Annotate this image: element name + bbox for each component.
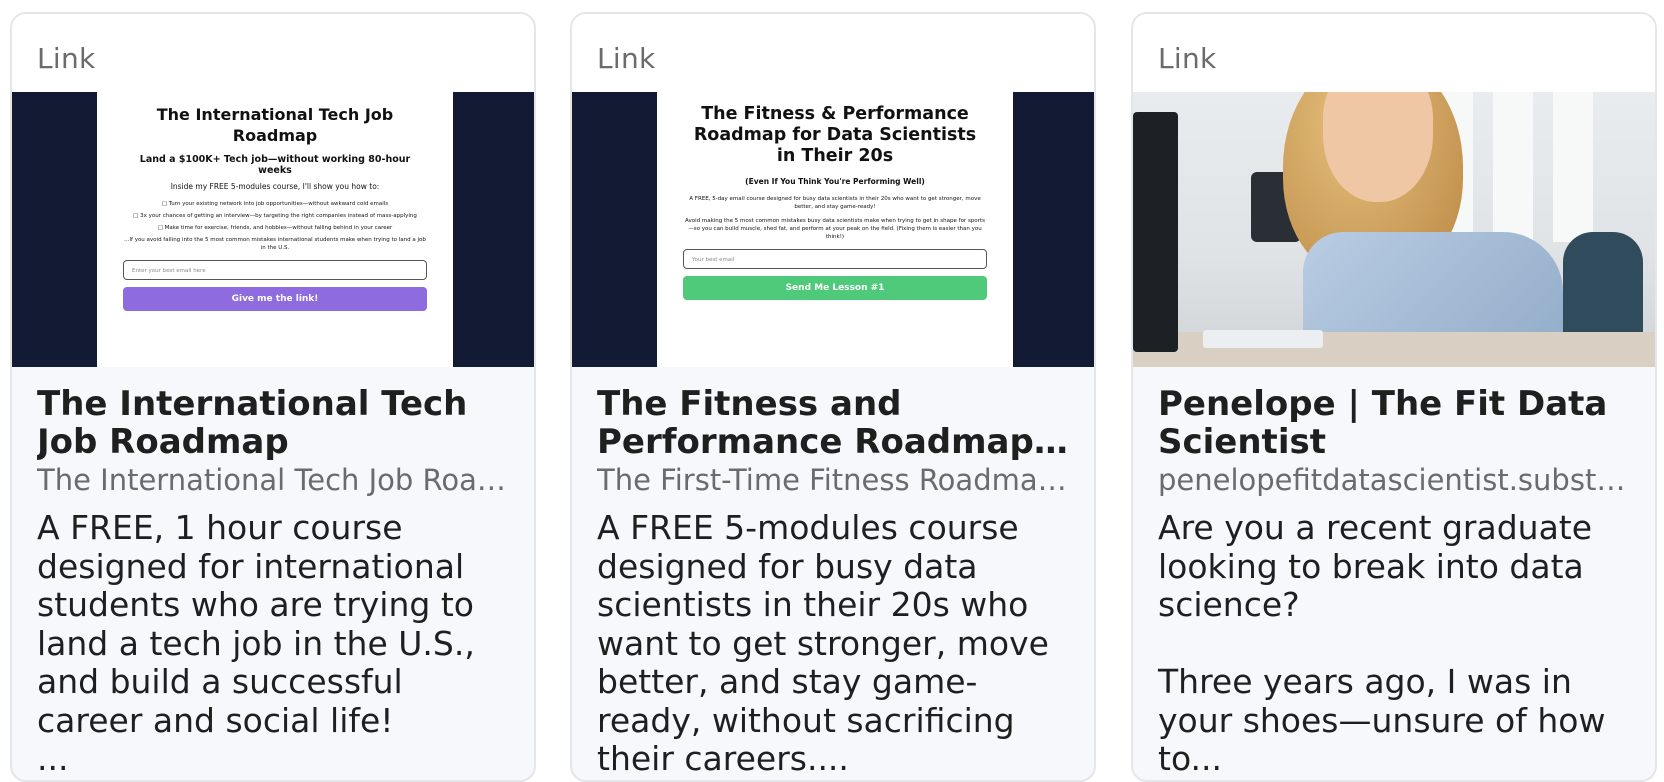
link-preview-image[interactable] [1133,92,1655,367]
preview-bullets: □ Turn your existing network into job op… [123,200,427,252]
keyboard [1203,330,1323,348]
preview-tagline: Land a $100K+ Tech job—without working 8… [139,154,411,176]
preview-bullet: □ 3x your chances of getting an intervie… [133,213,417,219]
card-title[interactable]: The International Tech Job Roadmap [37,385,509,461]
card-subtitle: penelopefitdatascientist.substack.com [1158,463,1630,497]
link-preview-image[interactable]: The International Tech Job Roadmap Land … [12,92,534,367]
link-card-fitness-roadmap[interactable]: Link The Fitness & Performance Roadmap f… [570,12,1096,782]
card-kind-label: Link [1158,42,1217,75]
preview-landing-page: The Fitness & Performance Roadmap for Da… [657,92,1013,367]
preview-email-input: Your best email [683,249,987,269]
card-title[interactable]: Penelope | The Fit Data Scientist [1158,385,1630,461]
link-card-penelope-substack[interactable]: Link Penelope | The Fit Data Scientist p… [1131,12,1657,782]
card-description: A FREE, 1 hour course designed for inter… [37,508,475,778]
monitor [1133,112,1178,352]
preview-intro: A FREE, 5-day email course designed for … [689,196,981,210]
preview-intro: Inside my FREE 5-modules course, I'll sh… [170,182,380,191]
link-card-tech-job-roadmap[interactable]: Link The International Tech Job Roadmap … [10,12,536,782]
window [1553,92,1593,242]
preview-cta-button: Send Me Lesson #1 [683,276,987,300]
preview-email-input: Enter your best email here [123,260,427,280]
preview-outro: ...If you avoid falling into the 5 most … [124,237,426,251]
preview-note: (Even If You Think You're Performing Wel… [745,177,925,186]
card-header: Link [12,14,534,92]
window [1493,92,1533,242]
preview-bullet: □ Turn your existing network into job op… [161,201,389,207]
card-body: The International Tech Job Roadmap The I… [12,367,534,779]
woman-at-computer-photo [1133,92,1655,367]
preview-landing-page: The International Tech Job Roadmap Land … [97,92,453,367]
link-preview-image[interactable]: The Fitness & Performance Roadmap for Da… [572,92,1094,367]
card-kind-label: Link [597,42,656,75]
preview-bullet: □ Make time for exercise, friends, and h… [157,225,393,231]
card-kind-label: Link [37,42,96,75]
preview-body: Avoid making the 5 most common mistakes … [685,218,985,240]
card-title[interactable]: The Fitness and Performance Roadmap for … [597,385,1069,461]
card-body: The Fitness and Performance Roadmap for … [572,367,1094,779]
link-card-grid: Link The International Tech Job Roadmap … [0,0,1664,782]
card-description: A FREE 5-modules course designed for bus… [597,508,1049,778]
card-header: Link [572,14,1094,92]
card-subtitle: The First-Time Fitness Roadmap for Data … [597,463,1069,497]
preview-heading: The International Tech Job Roadmap [156,105,394,145]
preview-cta-button: Give me the link! [123,287,427,311]
preview-heading: The Fitness & Performance Roadmap for Da… [693,104,977,166]
card-header: Link [1133,14,1655,92]
card-description: Are you a recent graduate looking to bre… [1158,508,1606,778]
card-subtitle: The International Tech Job Roadmap [37,463,509,497]
card-body: Penelope | The Fit Data Scientist penelo… [1133,367,1655,779]
